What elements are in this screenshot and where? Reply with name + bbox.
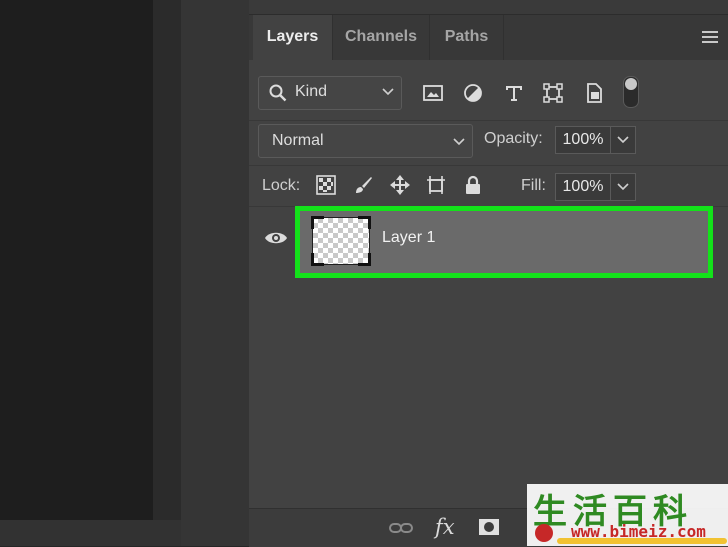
smart-object-filter-icon[interactable]: [584, 83, 604, 103]
thumb-corner-mark: [311, 216, 324, 229]
blend-mode-label: Normal: [272, 132, 324, 149]
thumb-corner-mark: [311, 253, 324, 266]
layer-filter-row: Kind: [249, 60, 728, 121]
layers-panel: Layers Channels Paths Kind Normal Opacit…: [249, 0, 728, 547]
search-icon: [269, 84, 287, 102]
status-bar: [0, 520, 181, 546]
lock-image-pixels-icon[interactable]: [353, 175, 373, 195]
blend-mode-select[interactable]: Normal: [258, 124, 473, 158]
layer-mask-icon[interactable]: [478, 518, 500, 536]
lock-label: Lock:: [262, 177, 301, 194]
lock-artboard-icon[interactable]: [426, 175, 446, 195]
panel-menu-icon[interactable]: [702, 31, 718, 43]
image-filter-icon[interactable]: [423, 83, 443, 103]
link-layers-icon[interactable]: [389, 521, 413, 535]
opacity-input[interactable]: 100%: [555, 126, 611, 154]
fill-label: Fill:: [521, 177, 546, 194]
chevron-down-icon: [617, 183, 629, 191]
tab-paths[interactable]: Paths: [430, 15, 504, 60]
filter-toggle-switch[interactable]: [623, 76, 639, 108]
lock-position-icon[interactable]: [390, 175, 410, 195]
chevron-down-icon: [453, 138, 465, 146]
opacity-dropdown-button[interactable]: [611, 126, 636, 154]
toggle-knob: [625, 78, 637, 90]
fill-input[interactable]: 100%: [555, 173, 611, 201]
document-canvas[interactable]: [0, 0, 153, 520]
panel-dock-gutter: [181, 0, 249, 546]
layer-name[interactable]: Layer 1: [382, 229, 435, 247]
eye-visibility-icon[interactable]: [264, 230, 288, 246]
kind-filter-label: Kind: [295, 83, 328, 100]
blend-row: Normal Opacity: 100%: [249, 121, 728, 166]
fx-icon[interactable]: fx: [435, 515, 455, 539]
watermark: 生活百科 www.bimeiz.com: [527, 484, 728, 546]
tab-channels[interactable]: Channels: [333, 15, 430, 60]
chevron-down-icon: [617, 136, 629, 144]
layer-thumbnail: [311, 216, 371, 266]
watermark-swoosh: [557, 538, 727, 544]
opacity-label: Opacity:: [484, 130, 543, 147]
thumb-corner-mark: [358, 253, 371, 266]
lock-all-icon[interactable]: [463, 175, 483, 195]
chevron-down-icon: [382, 88, 394, 96]
fill-dropdown-button[interactable]: [611, 173, 636, 201]
canvas-scrollbar[interactable]: [153, 0, 181, 546]
type-filter-icon[interactable]: [504, 83, 524, 103]
shape-filter-icon[interactable]: [543, 83, 563, 103]
lock-row: Lock: Fill: 100%: [249, 166, 728, 207]
lock-transparent-pixels-icon[interactable]: [316, 175, 336, 195]
kind-filter-select[interactable]: Kind: [258, 76, 402, 110]
adjustment-filter-icon[interactable]: [463, 83, 483, 103]
tab-layers[interactable]: Layers: [253, 15, 333, 60]
panel-header-strip: [249, 0, 728, 15]
layer-row-selected[interactable]: Layer 1: [295, 206, 713, 278]
thumb-corner-mark: [358, 216, 371, 229]
watermark-logo-icon: [535, 524, 553, 542]
